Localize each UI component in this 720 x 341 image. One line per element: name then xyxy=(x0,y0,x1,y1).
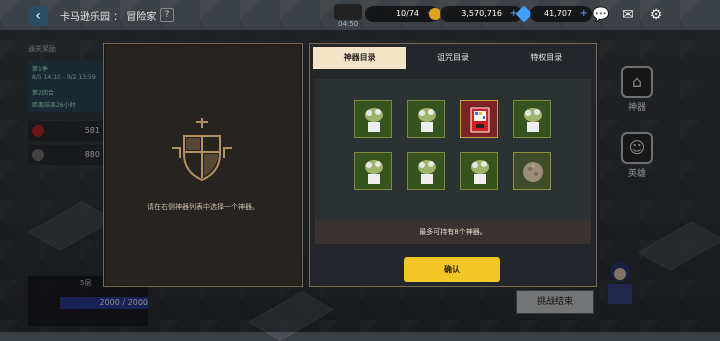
artifact-slot[interactable] xyxy=(460,100,498,138)
artifact-slot[interactable] xyxy=(407,100,445,138)
artifact-grid xyxy=(315,79,591,231)
stamina-counter: 10/74 + xyxy=(365,6,439,22)
stamina-timer: 04:50 xyxy=(338,20,359,28)
potted-plant-icon xyxy=(418,160,436,184)
confirm-button[interactable]: 确认 xyxy=(404,257,500,282)
potted-plant-icon xyxy=(365,108,383,132)
gem-counter: 41,707 + xyxy=(530,6,592,22)
artifact-slot[interactable] xyxy=(354,152,392,190)
back-arrow-icon[interactable]: ‹ xyxy=(28,6,48,26)
select-artifact-hint: 请在右侧神器列表中选择一个神器。 xyxy=(147,203,259,211)
catalog-tabs: 神器目录 诅咒目录 特权目录 xyxy=(313,47,593,69)
page-title: 卡马逊乐园 ： 冒险家 xyxy=(60,12,157,23)
potted-plant-icon xyxy=(418,108,436,132)
artifact-slot[interactable] xyxy=(460,152,498,190)
help-button[interactable]: ? xyxy=(160,8,174,22)
gold-value: 3,570,716 xyxy=(461,9,502,18)
vending-machine-icon xyxy=(470,107,490,133)
potted-plant-icon xyxy=(471,160,489,184)
artifact-slot[interactable] xyxy=(513,152,551,190)
artifact-shield-icon xyxy=(172,118,232,182)
potted-plant-icon xyxy=(524,108,542,132)
artifact-slot[interactable] xyxy=(513,100,551,138)
gear-icon[interactable]: ⚙ xyxy=(648,7,664,23)
artifact-slot[interactable] xyxy=(354,100,392,138)
tab-curse-catalog[interactable]: 诅咒目录 xyxy=(406,47,499,69)
artifact-preview-panel: 请在右侧神器列表中选择一个神器。 xyxy=(103,43,303,287)
stamina-value: 10/74 xyxy=(395,9,419,18)
round-stone-icon xyxy=(523,162,543,182)
add-gem-button[interactable]: + xyxy=(580,6,588,22)
potted-plant-icon xyxy=(365,160,383,184)
artifact-catalog-panel: 神器目录 诅咒目录 特权目录 最多可持有8个神器。 确认 xyxy=(309,43,597,287)
tab-privilege-catalog[interactable]: 特权目录 xyxy=(500,47,593,69)
chat-icon[interactable]: 💬 xyxy=(592,7,609,23)
gold-counter: 3,570,716 + xyxy=(440,6,522,22)
mail-icon[interactable]: ✉ xyxy=(620,7,636,23)
coffee-cup-icon[interactable] xyxy=(334,4,362,20)
artifact-slot[interactable] xyxy=(407,152,445,190)
top-bar: ‹ 卡马逊乐园 ： 冒险家 ? 04:50 10/74 + 3,570,716 … xyxy=(0,0,720,30)
tab-artifact-catalog[interactable]: 神器目录 xyxy=(313,47,407,69)
artifact-limit-info: 最多可持有8个神器。 xyxy=(315,220,591,244)
gem-value: 41,707 xyxy=(544,9,572,18)
